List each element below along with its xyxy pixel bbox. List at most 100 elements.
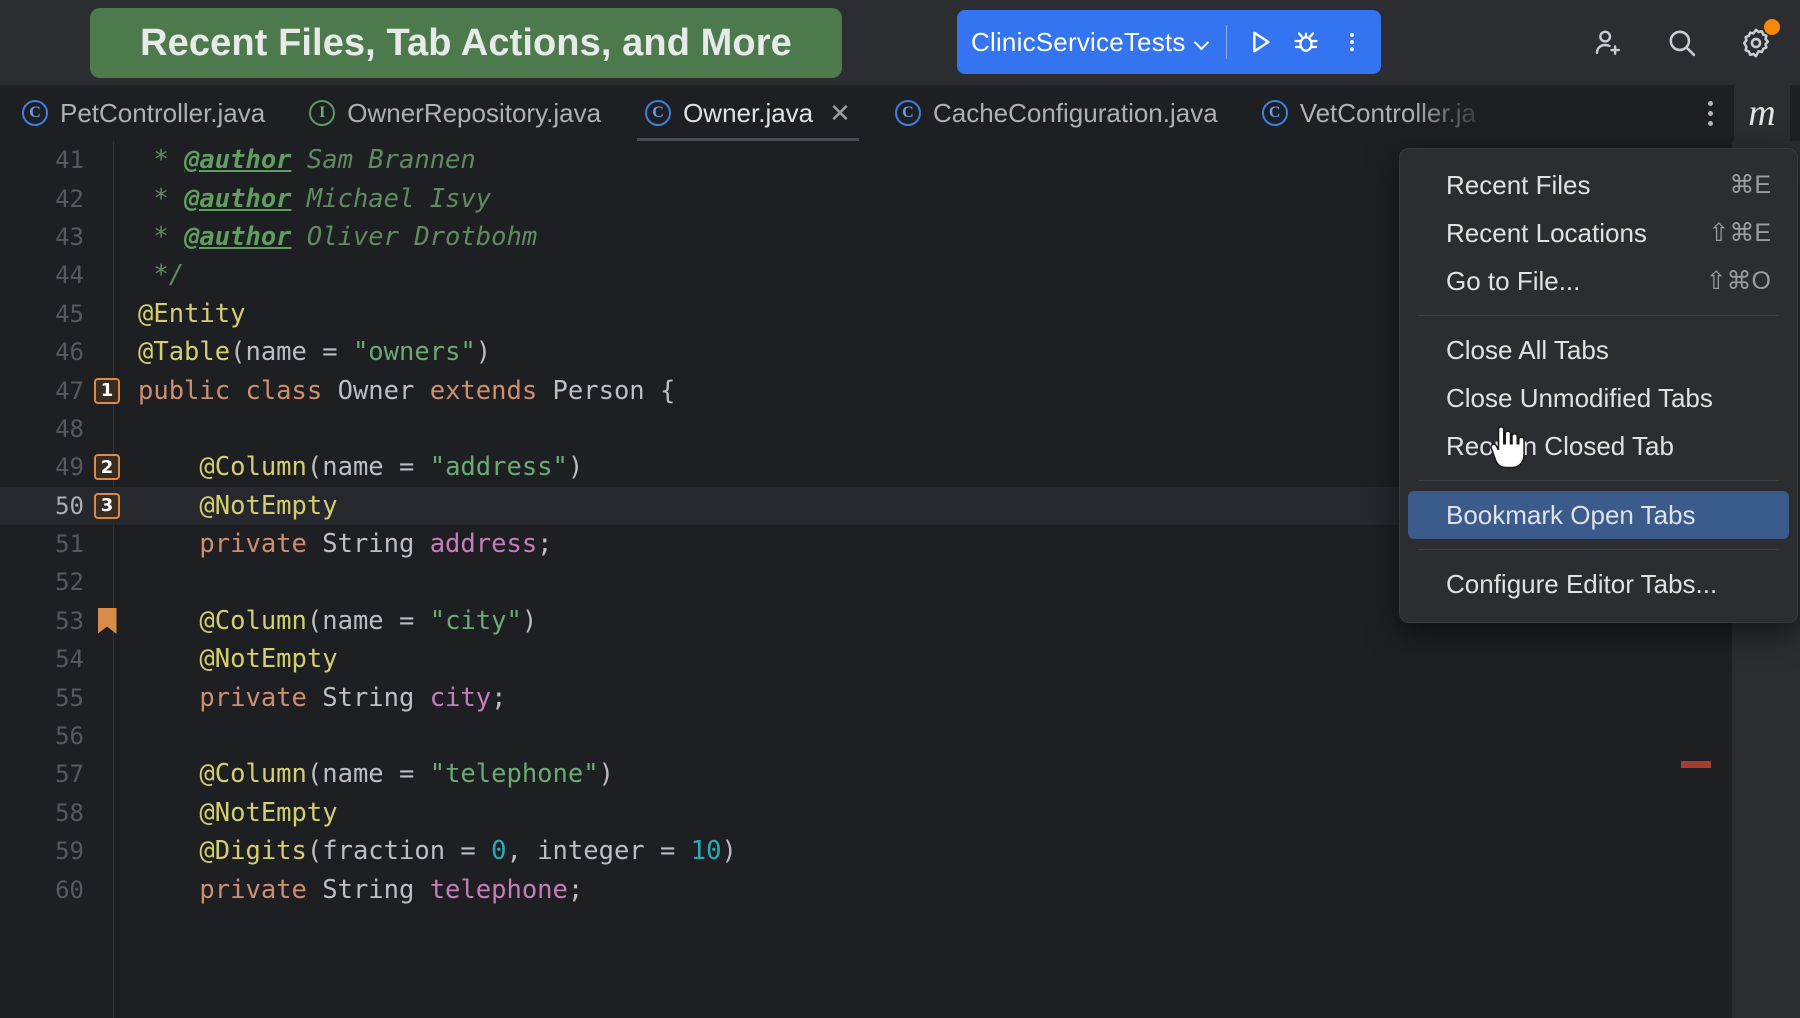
maven-tool-window-button[interactable]: m <box>1734 85 1790 141</box>
line-number: 48 <box>0 415 88 443</box>
gutter-empty <box>94 640 120 678</box>
code-line-text: private String city; <box>120 683 506 713</box>
line-number: 49 <box>0 453 88 481</box>
code-line-text: * @author Sam Brannen <box>120 145 476 175</box>
tab-bar-right-controls: m <box>1690 85 1800 141</box>
settings-notification-dot <box>1764 19 1780 35</box>
code-token: ) <box>522 606 537 636</box>
gutter-empty <box>94 755 120 793</box>
line-number: 59 <box>0 837 88 865</box>
bookmark-mnemonic-icon[interactable]: 2 <box>94 448 120 486</box>
bookmark-mnemonic-icon[interactable]: 3 <box>94 487 120 525</box>
editor-tab-label: Owner.java <box>683 98 813 129</box>
code-token: @author <box>184 222 291 252</box>
editor-tab-4[interactable]: CVetController.ja <box>1240 85 1498 141</box>
code-token: (name = <box>230 337 353 367</box>
menu-item-recent-files[interactable]: Recent Files⌘E <box>1408 161 1789 209</box>
editor-tab-3[interactable]: C CacheConfiguration.java <box>873 85 1240 141</box>
line-number: 55 <box>0 684 88 712</box>
gutter-empty <box>94 256 120 294</box>
code-line-text: @Entity <box>120 299 245 329</box>
code-token: * <box>138 145 184 175</box>
promo-banner-text: Recent Files, Tab Actions, and More <box>140 22 792 65</box>
toolbar-right-actions <box>1582 0 1782 85</box>
menu-item-bookmark-open-tabs[interactable]: Bookmark Open Tabs <box>1408 491 1789 539</box>
line-number: 44 <box>0 261 88 289</box>
code-line-row[interactable]: 55 private String city; <box>0 678 1800 716</box>
java-class-icon: C <box>22 100 48 126</box>
run-configuration-name: ClinicServiceTests <box>971 27 1194 58</box>
editor-tab-2[interactable]: C Owner.java ✕ <box>623 85 873 141</box>
add-user-icon[interactable] <box>1582 17 1634 69</box>
code-token: * <box>138 184 184 214</box>
code-token: (name = <box>307 759 430 789</box>
menu-separator <box>1418 549 1779 550</box>
code-token: "owners" <box>353 337 476 367</box>
code-token: 10 <box>691 836 722 866</box>
editor-tab-1[interactable]: IOwnerRepository.java <box>287 85 623 141</box>
code-token: "city" <box>430 606 522 636</box>
menu-item-label: Recent Files <box>1446 170 1591 201</box>
java-class-icon: C <box>895 100 921 126</box>
code-token: ) <box>599 759 614 789</box>
bookmark-mnemonic-icon[interactable]: 1 <box>94 371 120 409</box>
code-token: @author <box>184 184 291 214</box>
bookmark-flag-icon[interactable] <box>94 602 120 640</box>
code-token: String <box>322 875 429 905</box>
code-line-row[interactable]: 58 @NotEmpty <box>0 794 1800 832</box>
line-number: 58 <box>0 799 88 827</box>
search-icon[interactable] <box>1656 17 1708 69</box>
gutter-empty <box>94 832 120 870</box>
menu-item-label: Recent Locations <box>1446 218 1647 249</box>
code-line-row[interactable]: 54 @NotEmpty <box>0 640 1800 678</box>
menu-item-label: Go to File... <box>1446 266 1580 297</box>
gutter-empty <box>94 717 120 755</box>
editor-tab-label: CacheConfiguration.java <box>933 98 1218 129</box>
run-more-vertical-icon[interactable] <box>1329 19 1375 65</box>
run-configuration-widget[interactable]: ClinicServiceTests <box>957 10 1381 74</box>
code-token: Person { <box>553 376 676 406</box>
menu-item-go-to-file[interactable]: Go to File...⇧⌘O <box>1408 257 1789 305</box>
code-line-text: private String telephone; <box>120 875 583 905</box>
menu-item-recent-locations[interactable]: Recent Locations ⇧⌘E <box>1408 209 1789 257</box>
editor-tab-bar: CPetController.javaIOwnerRepository.java… <box>0 85 1800 141</box>
code-line-row[interactable]: 57 @Column(name = "telephone") <box>0 755 1800 793</box>
code-line-row[interactable]: 56 <box>0 717 1800 755</box>
line-number: 57 <box>0 760 88 788</box>
menu-item-configure-editor-tabs[interactable]: Configure Editor Tabs... <box>1408 560 1789 608</box>
code-token: String <box>322 683 429 713</box>
code-token: * <box>138 222 184 252</box>
editor-tab-0[interactable]: CPetController.java <box>0 85 287 141</box>
code-line-text: @Column(name = "address") <box>120 452 583 482</box>
code-line-row[interactable]: 59 @Digits(fraction = 0, integer = 10) <box>0 832 1800 870</box>
menu-item-reopen-closed-tab[interactable]: Reopen Closed Tab <box>1408 422 1789 470</box>
settings-gear-icon[interactable] <box>1730 17 1782 69</box>
gutter-empty <box>94 525 120 563</box>
error-stripe-marker[interactable] <box>1681 761 1711 768</box>
line-number: 41 <box>0 146 88 174</box>
code-token: ; <box>568 875 583 905</box>
menu-item-close-all-tabs[interactable]: Close All Tabs <box>1408 326 1789 374</box>
code-token: extends <box>430 376 553 406</box>
menu-item-shortcut: ⇧⌘E <box>1708 218 1771 248</box>
gutter-empty <box>94 794 120 832</box>
code-line-text: public class Owner extends Person { <box>120 376 675 406</box>
promo-banner: Recent Files, Tab Actions, and More <box>90 8 842 78</box>
java-interface-icon: I <box>309 100 335 126</box>
chevron-down-icon[interactable] <box>1194 34 1210 50</box>
run-play-icon[interactable] <box>1237 19 1283 65</box>
debug-bug-icon[interactable] <box>1283 19 1329 65</box>
menu-item-close-unmodified-tabs[interactable]: Close Unmodified Tabs <box>1408 374 1789 422</box>
code-token: @Column <box>138 452 307 482</box>
tab-close-icon[interactable]: ✕ <box>829 100 851 126</box>
menu-separator <box>1418 315 1779 316</box>
code-token: @NotEmpty <box>138 491 338 521</box>
java-class-icon: C <box>645 100 671 126</box>
code-line-text: @NotEmpty <box>120 798 338 828</box>
code-token: @Column <box>138 606 307 636</box>
gutter-empty <box>94 333 120 371</box>
tab-context-menu[interactable]: Recent Files⌘E Recent Locations ⇧⌘E Go to F… <box>1399 148 1798 623</box>
menu-item-label: Close All Tabs <box>1446 335 1609 366</box>
tab-overflow-more-icon[interactable] <box>1690 89 1730 137</box>
code-line-row[interactable]: 60 private String telephone; <box>0 870 1800 908</box>
